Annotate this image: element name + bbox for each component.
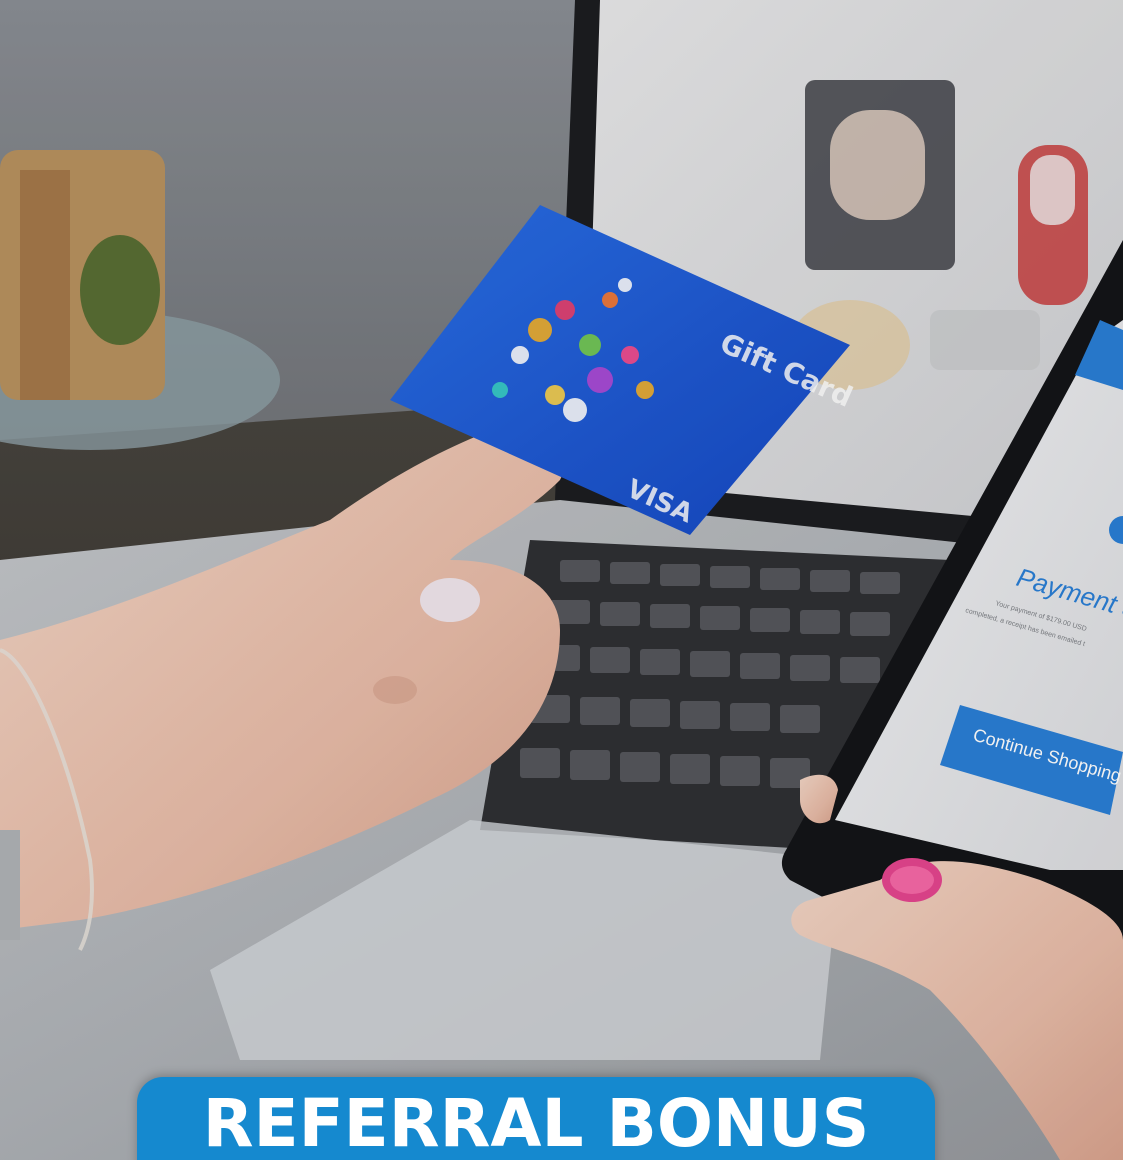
background-photo: Gift Card VISA Payment S Your payment of… — [0, 0, 1123, 1160]
banner-title: REFERRAL BONUS — [202, 1085, 870, 1160]
referral-bonus-banner: REFERRAL BONUS — [137, 1077, 935, 1160]
photo-stage: Gift Card VISA Payment S Your payment of… — [0, 0, 1123, 1160]
